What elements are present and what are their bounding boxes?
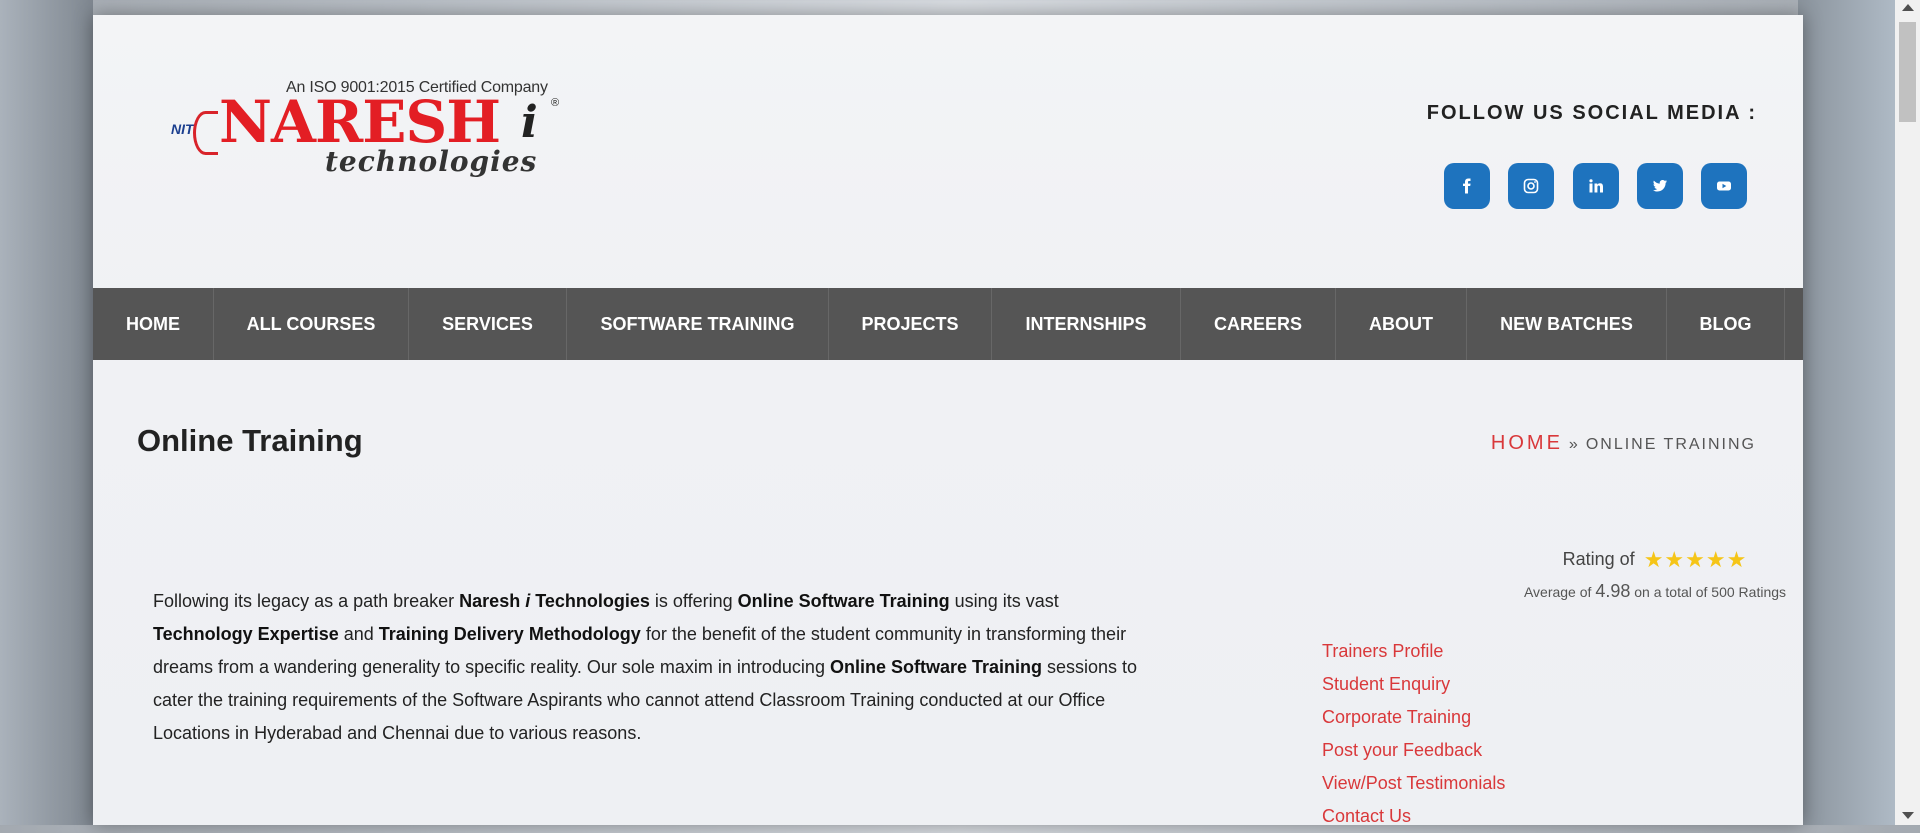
sidebar-links: Trainers Profile Student Enquiry Corpora… <box>1322 635 1505 833</box>
scrollbar-thumb[interactable] <box>1899 22 1916 122</box>
bold-brand-part: Technologies <box>530 591 650 611</box>
instagram-button[interactable] <box>1508 163 1554 209</box>
nav-item-internships[interactable]: INTERNSHIPS <box>992 288 1181 360</box>
breadcrumb-home-link[interactable]: HOME <box>1491 432 1563 454</box>
breadcrumb: HOME » ONLINE TRAINING <box>1491 432 1756 455</box>
nav-item-services[interactable]: SERVICES <box>409 288 567 360</box>
nav-item-all-courses[interactable]: ALL COURSES <box>214 288 409 360</box>
text-span: using its vast <box>949 591 1059 611</box>
text-span: and <box>338 624 379 644</box>
nav-item-careers[interactable]: CAREERS <box>1181 288 1336 360</box>
site-logo[interactable]: An ISO 9001:2015 Certified Company NIT N… <box>163 75 563 185</box>
follow-us-label: FOLLOW US SOCIAL MEDIA : <box>1426 102 1757 124</box>
link-contact-us[interactable]: Contact Us <box>1322 800 1505 833</box>
nav-item-blog[interactable]: BLOG <box>1667 288 1785 360</box>
link-testimonials[interactable]: View/Post Testimonials <box>1322 767 1505 800</box>
facebook-icon <box>1463 178 1471 194</box>
logo-registered: ® <box>551 97 560 109</box>
background-left <box>0 0 93 825</box>
rating-widget: Rating of ★★★★★ Average of 4.98 on a tot… <box>1440 547 1870 602</box>
vertical-scrollbar[interactable] <box>1895 0 1920 825</box>
text-span: Following its legacy as a path breaker <box>153 591 460 611</box>
star-icon: ★ <box>1664 547 1685 572</box>
rating-avg-prefix: Average of <box>1523 584 1592 600</box>
nav-item-projects[interactable]: PROJECTS <box>829 288 992 360</box>
main-navigation: HOME ALL COURSES SERVICES SOFTWARE TRAIN… <box>93 288 1803 360</box>
bold-brand-part: Naresh <box>459 591 526 611</box>
scroll-down-arrow-icon[interactable] <box>1902 812 1914 819</box>
bold-phrase: Online Software Training <box>829 657 1042 677</box>
bold-phrase: Online Software Training <box>737 591 950 611</box>
facebook-button[interactable] <box>1444 163 1490 209</box>
site-header: An ISO 9001:2015 Certified Company NIT N… <box>93 15 1803 288</box>
youtube-button[interactable] <box>1701 163 1747 209</box>
rating-average: Average of 4.98 on a total of 500 Rating… <box>1440 581 1870 602</box>
nav-item-about[interactable]: ABOUT <box>1336 288 1467 360</box>
link-student-enquiry[interactable]: Student Enquiry <box>1322 668 1505 701</box>
breadcrumb-separator: » <box>1568 436 1580 453</box>
linkedin-button[interactable] <box>1573 163 1619 209</box>
link-corporate-training[interactable]: Corporate Training <box>1322 701 1505 734</box>
youtube-icon <box>1717 181 1731 191</box>
bold-phrase: Training Delivery Methodology <box>378 624 641 644</box>
nav-item-home[interactable]: HOME <box>93 288 214 360</box>
nit-swirl-icon <box>193 111 218 155</box>
rating-avg-value: 4.98 <box>1595 581 1631 601</box>
linkedin-icon <box>1589 179 1603 193</box>
bold-brand: Naresh i Technologies <box>459 591 650 611</box>
twitter-button[interactable] <box>1637 163 1683 209</box>
star-icon: ★ <box>1705 547 1726 572</box>
rating-label: Rating of <box>1562 548 1635 569</box>
page-title: Online Training <box>137 423 363 458</box>
nav-item-new-batches[interactable]: NEW BATCHES <box>1467 288 1667 360</box>
star-icon: ★ <box>1685 547 1705 572</box>
nit-emblem-icon: NIT <box>171 107 218 155</box>
star-icon: ★ <box>1726 547 1747 572</box>
text-span: is offering <box>649 591 738 611</box>
breadcrumb-current: ONLINE TRAINING <box>1585 436 1756 453</box>
rating-stars: ★★★★★ <box>1644 547 1748 573</box>
star-icon: ★ <box>1643 547 1664 572</box>
instagram-icon <box>1523 178 1539 194</box>
link-post-feedback[interactable]: Post your Feedback <box>1322 734 1505 767</box>
link-trainers-profile[interactable]: Trainers Profile <box>1322 635 1505 668</box>
rating-line: Rating of ★★★★★ <box>1440 547 1870 573</box>
rating-avg-suffix: on a total of 500 Ratings <box>1634 584 1787 600</box>
intro-paragraph: Following its legacy as a path breaker N… <box>153 585 1153 750</box>
page-container: An ISO 9001:2015 Certified Company NIT N… <box>93 15 1803 826</box>
twitter-icon <box>1653 180 1667 192</box>
scroll-up-arrow-icon[interactable] <box>1902 4 1914 11</box>
nit-label: NIT <box>171 121 194 137</box>
bold-phrase: Technology Expertise <box>153 624 339 644</box>
logo-i: i <box>521 97 538 148</box>
logo-tagline: technologies <box>325 145 538 178</box>
nav-item-software-training[interactable]: SOFTWARE TRAINING <box>567 288 829 360</box>
